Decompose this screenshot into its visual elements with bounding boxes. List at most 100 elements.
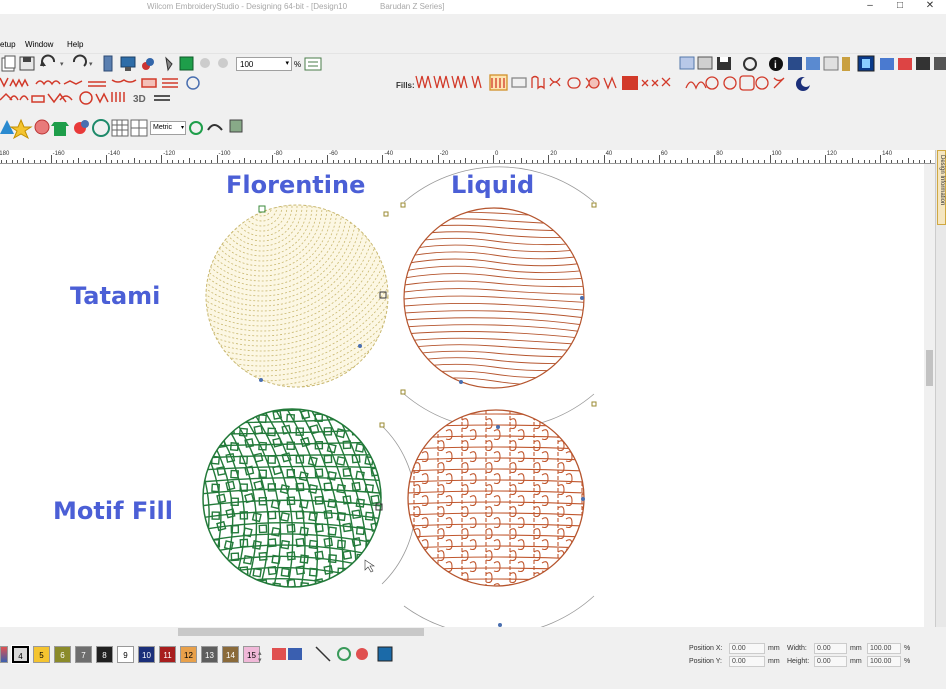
design-canvas[interactable]: Florentine Liquid Tatami Motif Fill (0, 164, 924, 627)
horizontal-scroll-thumb[interactable] (178, 628, 424, 636)
ruler-tick (769, 155, 771, 163)
ruler-label: -80 (273, 151, 283, 157)
ruler-tick (28, 160, 30, 163)
ruler-tick (188, 158, 190, 163)
label-motif-fill: Motif Fill (53, 497, 173, 525)
ruler-tick (758, 160, 760, 163)
ruler-tick (244, 158, 246, 163)
ruler-tick (741, 158, 743, 163)
machine-format: Barudan Z Series] (380, 2, 445, 11)
palette-swatch[interactable]: 8 (96, 646, 113, 663)
ruler-tick (609, 160, 611, 163)
ruler-tick (6, 160, 8, 163)
ruler-tick (349, 160, 351, 163)
ruler-tick (730, 160, 732, 163)
position-y-field[interactable]: 0.00 (729, 656, 765, 667)
ruler-tick (94, 160, 96, 163)
zoom-dropdown-arrow[interactable]: ▾ (285, 59, 289, 67)
ruler-tick (260, 160, 262, 163)
vertical-scroll-thumb[interactable] (926, 350, 933, 386)
menu-setup[interactable]: etup (0, 40, 16, 49)
ruler-label: 120 (826, 151, 837, 157)
three-d-label[interactable]: 3D (133, 94, 146, 105)
svg-text:▴: ▴ (258, 650, 262, 657)
ruler-tick (653, 160, 655, 163)
docker-panel: Design Information (935, 150, 946, 627)
liquid-motif-circle[interactable] (403, 409, 596, 627)
ruler-tick (647, 160, 649, 163)
palette-swatch[interactable]: 13 (201, 646, 218, 663)
width-label: Width: (787, 645, 807, 652)
design-information-tab[interactable]: Design Information (937, 150, 946, 225)
ruler-tick (835, 160, 837, 163)
ruler-label: -60 (329, 151, 338, 157)
height-field[interactable]: 0.00 (814, 656, 847, 667)
ruler-tick (288, 160, 290, 163)
ruler-tick (128, 160, 130, 163)
ruler-tick (199, 160, 201, 163)
ruler-tick (144, 160, 146, 163)
ruler-tick (271, 155, 273, 163)
palette-swatch[interactable]: 4 (11, 645, 30, 664)
position-x-field[interactable]: 0.00 (729, 643, 765, 654)
palette-swatch[interactable]: 11 (159, 646, 176, 663)
ruler-tick (487, 160, 489, 163)
ruler-label: -20 (439, 151, 449, 157)
ruler-tick (45, 160, 47, 163)
ruler-tick (299, 158, 301, 163)
toolbar-icons: ▾ ▾ i 3D (0, 54, 946, 140)
zoom-combo[interactable]: 100 ▾ (236, 57, 292, 71)
ruler-tick (520, 158, 522, 163)
palette-swatch[interactable]: 14 (222, 646, 239, 663)
horizontal-scrollbar[interactable] (0, 627, 924, 637)
motif-fill-circle[interactable] (56, 338, 416, 627)
ruler-tick (824, 155, 826, 163)
width-unit: mm (850, 645, 862, 652)
ruler-tick (620, 160, 622, 163)
shapes-toolbar[interactable] (0, 118, 243, 140)
ruler-tick (553, 160, 555, 163)
menu-window[interactable]: Window (25, 40, 53, 49)
palette-swatch[interactable]: 10 (138, 646, 155, 663)
maximize-button[interactable]: □ (886, 0, 914, 14)
units-combo[interactable]: Metric ▾ (150, 121, 186, 135)
ruler-tick (592, 160, 594, 163)
ruler-tick (316, 160, 318, 163)
ruler-tick (387, 160, 389, 163)
ruler-tick (139, 160, 141, 163)
ruler-tick (664, 160, 666, 163)
ruler-tick (72, 160, 74, 163)
palette-swatch[interactable]: 5 (33, 646, 50, 663)
ruler-tick (907, 158, 909, 163)
minimize-button[interactable]: – (856, 0, 884, 14)
palette-swatch[interactable]: 6 (54, 646, 71, 663)
vertical-scrollbar[interactable] (924, 164, 935, 627)
close-button[interactable]: ✕ (916, 0, 944, 14)
palette-swatch[interactable]: 7 (75, 646, 92, 663)
ruler-tick (570, 160, 572, 163)
ruler-tick (448, 160, 450, 163)
width-field[interactable]: 0.00 (814, 643, 847, 654)
ruler-tick (56, 160, 58, 163)
view-toolbar[interactable]: i (679, 55, 946, 72)
ruler-tick (293, 160, 295, 163)
ruler-tick (277, 160, 279, 163)
height-percent-field[interactable]: 100.00 (867, 656, 901, 667)
ruler-tick (105, 155, 107, 163)
width-percent-unit: % (904, 645, 911, 652)
palette-swatch-prev[interactable] (0, 646, 8, 663)
units-dropdown-arrow[interactable]: ▾ (181, 124, 184, 131)
fills-label: Fills: (396, 81, 415, 90)
width-percent-field[interactable]: 100.00 (867, 643, 901, 654)
ruler-tick (216, 155, 218, 163)
liquid-circle[interactable] (383, 166, 597, 430)
fills-toolbar[interactable] (415, 74, 785, 91)
ruler-tick (255, 160, 257, 163)
ruler-tick (459, 160, 461, 163)
palette-swatch[interactable]: 9 (117, 646, 134, 663)
palette-swatch[interactable]: 12 (180, 646, 197, 663)
palette-tools[interactable]: ▴ ▾ (258, 645, 398, 665)
ruler-tick (404, 160, 406, 163)
ruler-tick (791, 160, 793, 163)
menu-help[interactable]: Help (67, 40, 83, 49)
